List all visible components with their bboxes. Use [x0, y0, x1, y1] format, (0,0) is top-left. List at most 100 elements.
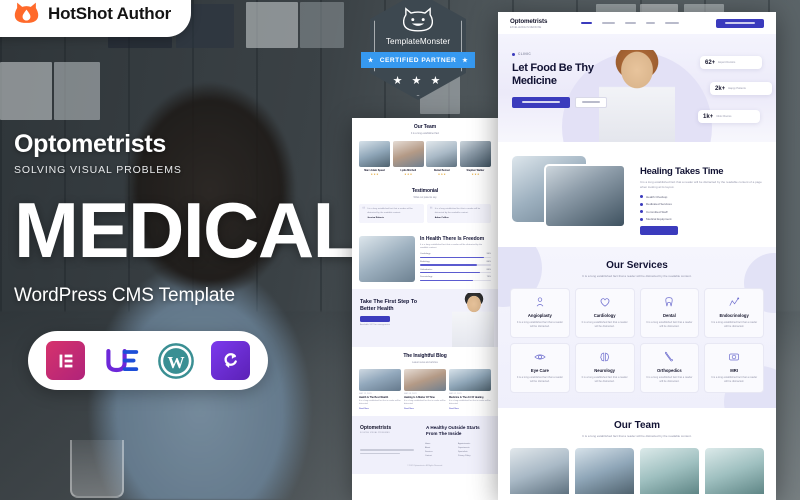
freedom-title: In Health There Is Freedom	[420, 235, 485, 242]
right-team-section: Our Team It is a long established fact t…	[498, 408, 776, 494]
blog-card[interactable]: MAY 02, 2023 Medicine Is The Art Of Heal…	[449, 369, 491, 410]
hero-stat-card: 1k+ Clinic Rooms	[698, 110, 760, 123]
nav-item-blog[interactable]	[646, 22, 656, 24]
nav-item-about[interactable]	[625, 22, 637, 24]
blog-excerpt: It is a long established fact that a rea…	[449, 400, 491, 406]
blog-photo	[449, 369, 491, 392]
footer-link[interactable]: Contact	[425, 455, 451, 457]
blog-link[interactable]: Read More	[359, 408, 401, 410]
blog-card[interactable]: MAY 08, 2023 Healing Is A Matter Of Time…	[404, 369, 446, 410]
hero-stat-card: 2k+ Happy Patients	[710, 82, 772, 95]
neurology-icon	[599, 352, 611, 364]
bar-label: Cardiology	[420, 253, 431, 256]
mid-cta-section: Take The First Step To Better Health Ava…	[352, 288, 498, 347]
cta-title: Take The First Step To Better Health	[360, 298, 418, 312]
mid-team-subtitle: It is a long established fact	[410, 132, 440, 135]
angioplasty-icon	[534, 297, 546, 309]
footer-link[interactable]: Privacy Policy	[458, 455, 490, 457]
mid-blog-title: The Insightful Blog	[403, 352, 447, 359]
preview-panel-middle[interactable]: Our Team It is a long established fact M…	[352, 118, 498, 500]
member-name: Stephen Walker	[466, 168, 485, 172]
service-desc: It is a long established fact that a rea…	[711, 320, 758, 328]
hero-secondary-button[interactable]	[575, 96, 607, 108]
mid-team-member[interactable]: Lydia Mitchell ★ ★ ★	[392, 140, 424, 176]
service-name: Endocrinology	[719, 312, 749, 318]
quote-icon: ❝	[429, 207, 433, 214]
services-section: Our Services It is a long established fa…	[498, 247, 776, 409]
nav-item-contact[interactable]	[665, 22, 680, 24]
testimonial-card: ❝ It is a long established fact that a r…	[359, 204, 424, 223]
member-name: Marc Adam Speed	[364, 168, 385, 172]
team-photo[interactable]	[705, 447, 764, 494]
service-desc: It is a long established fact that a rea…	[581, 375, 628, 384]
hero-primary-button[interactable]	[512, 96, 570, 108]
member-rating: ★ ★ ★	[404, 172, 413, 176]
footer-link[interactable]: Appointments	[458, 443, 490, 445]
service-card[interactable]: Orthopedics It is a long established fac…	[639, 342, 700, 394]
page-subtitle: SOLVING VISUAL PROBLEMS	[14, 164, 182, 176]
footer-link[interactable]: Home	[425, 443, 451, 445]
bullet-dot-icon	[640, 195, 643, 199]
member-photo	[392, 140, 424, 167]
footer-link[interactable]: Specialists	[458, 451, 490, 453]
jetplugins-icon	[211, 341, 250, 380]
nav-item-home[interactable]	[581, 22, 593, 24]
nav-item-pages[interactable]	[602, 22, 616, 24]
member-photo	[426, 140, 458, 167]
service-card[interactable]: Cardiology It is a long established fact…	[574, 287, 635, 338]
blog-link[interactable]: Read More	[449, 408, 491, 410]
mid-team-member[interactable]: Stephen Walker ★ ★ ★	[459, 140, 491, 176]
blog-link[interactable]: Read More	[404, 408, 446, 410]
team-photo[interactable]	[510, 447, 569, 494]
bullet-dot-icon	[640, 210, 643, 214]
stat-value: 1k+	[703, 113, 714, 120]
mri-icon	[728, 353, 740, 364]
mid-team-member[interactable]: Marc Adam Speed ★ ★ ★	[359, 140, 391, 176]
blog-card[interactable]: MAY 12, 2023 Health Is The Best Wealth I…	[359, 369, 401, 410]
healing-section: Healing Takes Time It is a long establis…	[498, 142, 776, 247]
mid-team-member[interactable]: Daniel Bennet ★ ★ ★	[426, 140, 458, 176]
bullet-label: Health Checkup	[646, 194, 668, 199]
service-desc: It is a long established fact that a rea…	[646, 375, 693, 384]
healing-bullet: Medical Equipment	[640, 217, 762, 221]
hero-copy: CLINIC Let Food Be Thy Medicine	[512, 52, 622, 108]
service-card[interactable]: Eye Care It is a long established fact t…	[510, 342, 570, 394]
stat-label: Expert Doctors	[718, 60, 736, 64]
healing-title: Healing Takes Time	[640, 166, 724, 177]
team-photo[interactable]	[640, 447, 699, 494]
wordpress-icon: W	[156, 341, 195, 380]
testimonial-author: Adam Collins	[434, 216, 449, 219]
mid-team-title: Our Team	[413, 124, 437, 130]
site-logo[interactable]: Optometrists	[510, 18, 547, 25]
service-card[interactable]: Dental It is a long established fact tha…	[639, 287, 700, 338]
dental-icon	[663, 296, 675, 309]
preview-panel-right[interactable]: Optometrists EXCELLENCE IN MEDICINE CLIN…	[498, 12, 776, 500]
book-appointment-button[interactable]	[716, 18, 764, 28]
certified-partner-ribbon: ★ CERTIFIED PARTNER ★	[361, 52, 475, 68]
platform-label: WordPress CMS Template	[14, 285, 235, 307]
member-rating: ★ ★ ★	[471, 172, 480, 176]
service-card[interactable]: MRI It is a long established fact that a…	[704, 342, 764, 394]
bar-value: 80%	[486, 261, 491, 264]
bar-value: 90%	[486, 253, 491, 256]
service-desc: It is a long established fact that a rea…	[646, 320, 693, 328]
service-card[interactable]: Angioplasty It is a long established fac…	[510, 287, 570, 338]
progress-bar-item: Orthodontics 85%	[420, 269, 491, 274]
stat-label: Clinic Rooms	[716, 114, 732, 118]
footer-link[interactable]: About	[425, 447, 451, 449]
service-card[interactable]: Endocrinology It is a long established f…	[704, 287, 764, 338]
hero-headline: MEDICAL	[14, 186, 360, 274]
service-card[interactable]: Neurology It is a long established fact …	[574, 342, 635, 394]
footer-link[interactable]: Services	[425, 451, 451, 453]
healing-button[interactable]	[640, 226, 678, 236]
cta-button[interactable]	[360, 316, 390, 323]
service-name: Dental	[662, 312, 676, 318]
mid-blog-grid: MAY 12, 2023 Health Is The Best Wealth I…	[359, 369, 491, 410]
blog-excerpt: It is a long established fact that a rea…	[359, 400, 401, 406]
hero-tag-dot	[512, 52, 515, 56]
cta-note: Available 24/7 for emergencies	[360, 324, 390, 327]
blog-photo	[359, 369, 401, 392]
svg-text:W: W	[167, 353, 184, 372]
team-photo[interactable]	[575, 447, 634, 494]
footer-link[interactable]: Departments	[458, 447, 490, 449]
